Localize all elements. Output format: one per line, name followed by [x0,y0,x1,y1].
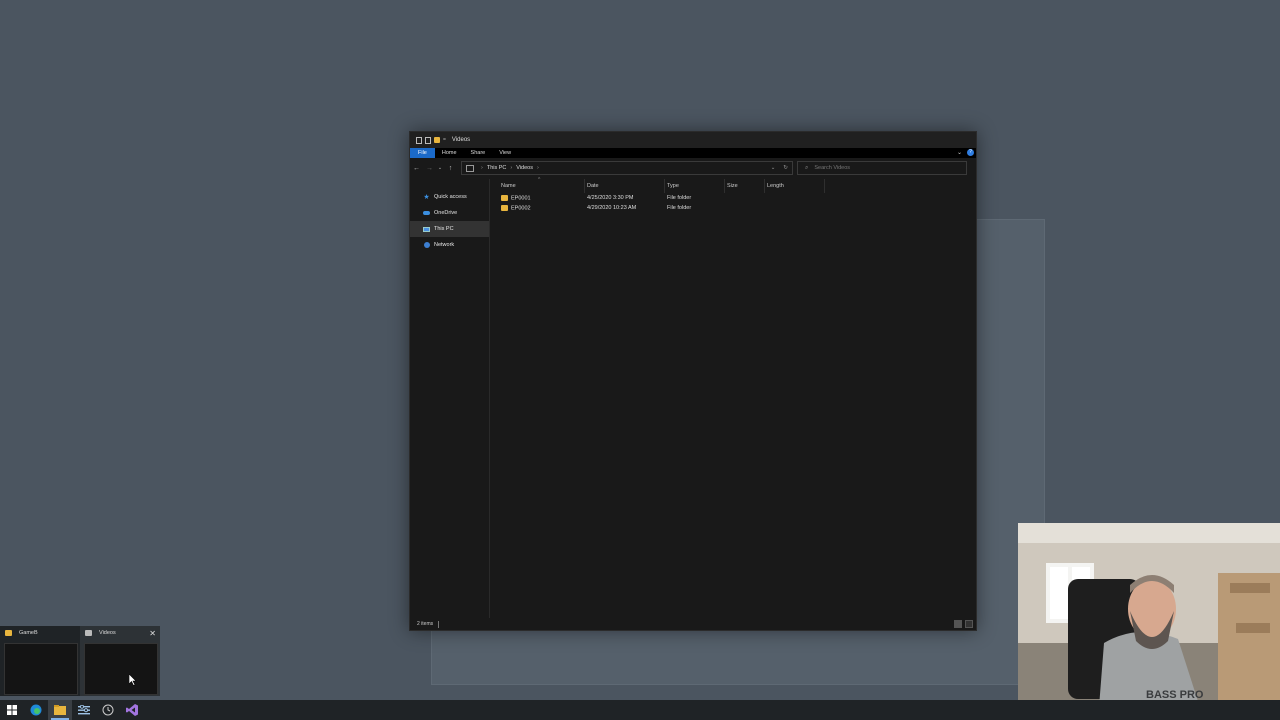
content-area: ★ Quick access OneDrive This PC Network … [410,177,976,618]
search-icon: ⌕ [805,164,809,171]
nav-item-label: Quick access [434,194,467,200]
preview-title: GameB [19,630,38,636]
address-path[interactable]: › This PC › Videos › ⌄ ↻ [461,161,793,175]
navigation-pane: ★ Quick access OneDrive This PC Network [410,179,490,618]
star-icon: ★ [423,194,430,201]
address-bar-row: ← → ⌄ ↑ › This PC › Videos › ⌄ ↻ ⌕ Searc… [410,158,976,178]
column-header-date[interactable]: Date [585,179,665,193]
help-icon[interactable]: ? [967,149,974,156]
computer-icon [423,226,430,233]
preview-title: Videos [99,630,116,636]
chevron-right-icon[interactable]: › [481,165,483,171]
tab-share[interactable]: Share [464,148,493,158]
new-item-icon[interactable] [425,136,431,144]
chevron-right-icon[interactable]: › [510,165,512,171]
quick-access-toolbar: = [416,136,446,144]
nav-item-quick-access[interactable]: ★ Quick access [410,189,489,205]
window-title: Videos [451,137,471,143]
webcam-overlay: BASS PRO [1018,523,1280,720]
address-dropdown-icon[interactable]: ⌄ [771,165,776,171]
expand-ribbon-icon[interactable]: ⌄ [957,149,962,156]
settings-icon[interactable] [72,700,96,720]
nav-item-label: Network [434,242,455,248]
file-explorer-window[interactable]: = Videos File Home Share View ⌄ ? ← → ⌄ … [409,131,977,631]
preview-thumbnail[interactable] [84,643,158,695]
column-header-length[interactable]: Length [765,179,825,193]
table-row[interactable]: EP0002 4/29/2020 10:23 AM File folder [490,203,976,213]
status-divider [438,620,440,628]
tab-file[interactable]: File [410,148,435,158]
clock-icon[interactable] [96,700,120,720]
status-bar: 2 items [410,618,976,630]
mouse-cursor-icon [129,674,137,686]
file-type: File folder [667,205,692,211]
nav-item-label: This PC [434,226,454,232]
up-arrow-icon[interactable]: ↑ [444,165,457,172]
webcam-person-image: BASS PRO [1018,523,1280,720]
breadcrumb-videos[interactable]: Videos [516,165,533,171]
column-header-type[interactable]: Type [665,179,725,193]
nav-item-network[interactable]: Network [410,237,489,253]
column-header-name[interactable]: Name [499,179,585,193]
nav-item-label: OneDrive [434,210,458,216]
dropdown-icon[interactable]: = [443,137,446,143]
search-box[interactable]: ⌕ Search Videos [797,161,967,175]
preview-gameb[interactable]: GameB [0,626,80,696]
file-date: 4/25/2020 3:30 PM [587,195,634,201]
table-row[interactable]: EP0001 4/25/2020 3:30 PM File folder [490,193,976,203]
title-bar[interactable]: = Videos [410,132,976,148]
computer-icon [466,164,474,172]
item-count: 2 items [417,621,434,627]
taskbar [0,700,1280,720]
ribbon-tabs: File Home Share View ⌄ ? [410,148,976,158]
file-name: EP0001 [511,195,531,202]
file-type: File folder [667,195,692,201]
preview-thumbnail[interactable] [4,643,78,695]
folder-icon [501,194,508,201]
tab-home[interactable]: Home [435,148,464,158]
cloud-icon [423,210,430,217]
nav-item-this-pc[interactable]: This PC [410,221,489,237]
chevron-right-icon[interactable]: › [537,165,539,171]
windows-start-icon[interactable] [0,700,24,720]
folder-icon [85,630,92,636]
column-header-size[interactable]: Size [725,179,765,193]
search-input[interactable]: Search Videos [814,165,850,171]
network-icon [423,242,430,249]
column-headers: ^ Name Date Type Size Length [490,177,976,193]
file-explorer-icon[interactable] [48,700,72,720]
file-name: EP0002 [511,205,531,212]
file-list[interactable]: ^ Name Date Type Size Length EP0001 4/25… [490,177,976,618]
close-icon[interactable]: ✕ [149,629,156,638]
forward-arrow-icon[interactable]: → [423,165,436,172]
file-date: 4/29/2020 10:23 AM [587,205,637,211]
back-arrow-icon[interactable]: ← [410,165,423,172]
details-view-button[interactable] [954,620,962,628]
visual-studio-icon[interactable] [120,700,144,720]
tab-view[interactable]: View [492,148,518,158]
folder-icon [501,204,508,211]
edge-icon[interactable] [24,700,48,720]
properties-icon[interactable] [416,136,422,144]
nav-item-onedrive[interactable]: OneDrive [410,205,489,221]
preview-videos[interactable]: Videos ✕ [80,626,160,696]
new-folder-icon[interactable] [434,137,440,143]
refresh-icon[interactable]: ↻ [783,165,788,171]
sort-caret-icon: ^ [538,177,541,183]
folder-icon [5,630,12,636]
recent-locations-icon[interactable]: ⌄ [436,165,444,171]
breadcrumb-this-pc[interactable]: This PC [487,165,507,171]
large-icons-view-button[interactable] [965,620,973,628]
